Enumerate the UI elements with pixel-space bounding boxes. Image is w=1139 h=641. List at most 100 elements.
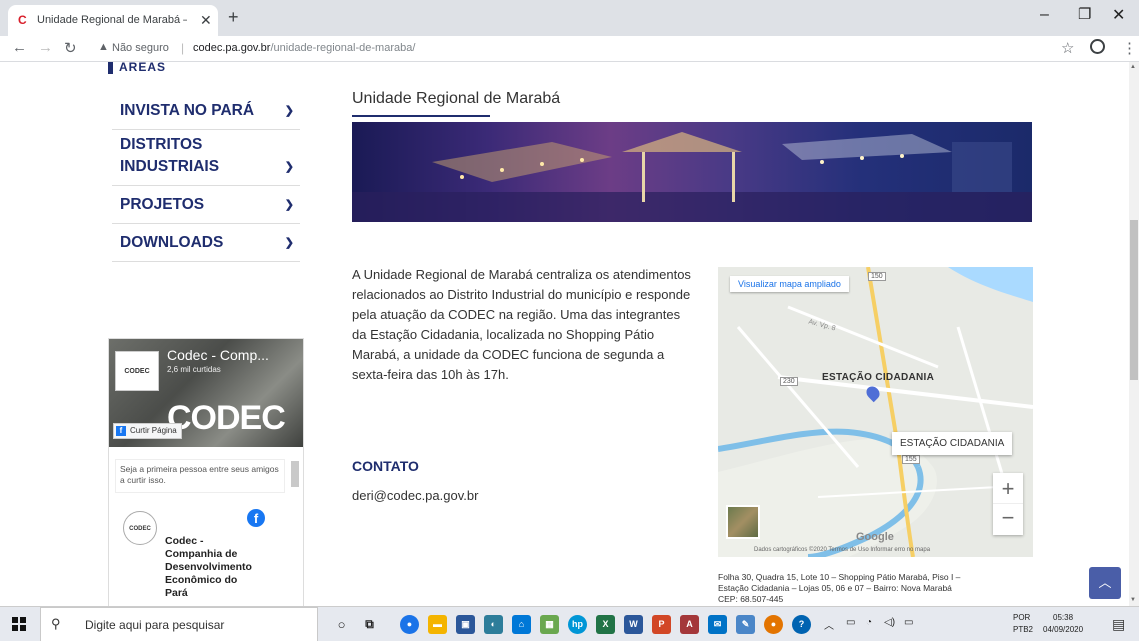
road-230-label: 230 bbox=[780, 377, 798, 386]
excel-icon[interactable]: X bbox=[596, 615, 615, 634]
facebook-cover-image[interactable]: CODEC Codec - Comp... 2,6 mil curtidas C… bbox=[109, 339, 303, 447]
date: 04/09/2020 bbox=[1043, 625, 1084, 634]
clock[interactable]: 05:38 04/09/2020 bbox=[1043, 612, 1083, 636]
outlook-icon[interactable]: ✉ bbox=[708, 615, 727, 634]
security-label: Não seguro bbox=[112, 42, 169, 54]
tray-chevron-icon[interactable]: ︿ bbox=[824, 617, 834, 632]
file-explorer-icon[interactable]: ▬ bbox=[428, 615, 447, 634]
intro-paragraph: A Unidade Regional de Marabá centraliza … bbox=[352, 267, 691, 382]
keyboard-icon[interactable]: ▭ bbox=[904, 617, 913, 628]
map-zoom-control: + − bbox=[993, 473, 1023, 535]
address-line: Folha 30, Quadra 15, Lote 10 – Shopping … bbox=[718, 572, 961, 582]
screen: C Unidade Regional de Marabá – C ✕ + – ❐… bbox=[0, 0, 1139, 641]
profile-icon[interactable] bbox=[1090, 39, 1105, 54]
access-icon[interactable]: A bbox=[680, 615, 699, 634]
windows-start-icon[interactable] bbox=[12, 617, 26, 631]
map-footer[interactable]: Dados cartográficos ©2020 Termos de Uso … bbox=[754, 547, 930, 553]
codec-logo[interactable]: CODEC bbox=[115, 351, 159, 391]
maximize-icon[interactable]: ❐ bbox=[1078, 5, 1091, 23]
chrome-icon[interactable]: ● bbox=[400, 615, 419, 634]
satellite-toggle[interactable] bbox=[726, 505, 760, 539]
sidebar-item-distritos[interactable]: DISTRITOS INDUSTRIAIS ❯ bbox=[112, 130, 300, 186]
url-field[interactable]: ▲ Não seguro | codec.pa.gov.br/unidade-r… bbox=[92, 38, 1052, 60]
map-tooltip[interactable]: ESTAÇÃO CIDADANIA bbox=[892, 432, 1013, 455]
volume-icon[interactable]: ◁) bbox=[884, 617, 895, 628]
codec-card-logo[interactable]: CODEC bbox=[123, 511, 157, 545]
web-page: ÁREAS INVISTA NO PARÁ ❯ DISTRITOS INDUST… bbox=[0, 62, 1129, 606]
warning-icon: ▲ bbox=[98, 41, 109, 53]
taskbar-search-box[interactable]: ⚲ Digite aqui para pesquisar bbox=[40, 607, 318, 641]
reload-icon[interactable]: ↻ bbox=[64, 39, 77, 57]
facebook-page-name[interactable]: Codec - Comp... bbox=[167, 347, 269, 363]
facebook-icon[interactable]: f bbox=[247, 509, 265, 527]
window-close-icon[interactable]: ✕ bbox=[1112, 5, 1125, 25]
sidebar-item-label: DOWNLOADS bbox=[120, 234, 224, 251]
org-name-line: Codec - bbox=[165, 535, 204, 547]
app-icon[interactable]: ● bbox=[764, 615, 783, 634]
minimize-icon[interactable]: – bbox=[1040, 6, 1049, 24]
forward-arrow-icon[interactable]: → bbox=[38, 39, 53, 56]
page-scrollbar-thumb[interactable] bbox=[1130, 220, 1138, 380]
facebook-org-name[interactable]: Codec - Companhia de Desenvolvimento Eco… bbox=[165, 535, 285, 600]
store-icon[interactable]: ▣ bbox=[456, 615, 475, 634]
language-code: POR bbox=[1013, 613, 1031, 622]
view-larger-map-link[interactable]: Visualizar mapa ampliado bbox=[730, 276, 849, 292]
widget-scrollbar[interactable] bbox=[291, 461, 299, 487]
chevron-down-icon: ❯ bbox=[284, 199, 294, 211]
title-underline bbox=[352, 115, 490, 117]
powerpoint-icon[interactable]: P bbox=[652, 615, 671, 634]
page-title: Unidade Regional de Marabá bbox=[352, 90, 561, 107]
back-to-top-button[interactable]: ︿ bbox=[1089, 567, 1121, 599]
facebook-page-widget: CODEC Codec - Comp... 2,6 mil curtidas C… bbox=[108, 338, 304, 606]
chevron-up-icon: ︿ bbox=[1098, 575, 1112, 590]
search-icon: ⚲ bbox=[51, 616, 61, 631]
kebab-menu-icon[interactable]: ⋮ bbox=[1122, 39, 1137, 57]
wifi-icon[interactable]: ◔ bbox=[866, 617, 872, 628]
areas-heading: ÁREAS bbox=[108, 62, 166, 74]
address-block: Folha 30, Quadra 15, Lote 10 – Shopping … bbox=[718, 572, 1038, 605]
cortana-icon[interactable]: ○ bbox=[332, 615, 351, 634]
battery-icon[interactable]: ▭ bbox=[846, 617, 855, 628]
sidebar-item-invista[interactable]: INVISTA NO PARÁ ❯ bbox=[112, 90, 300, 130]
bookmark-star-icon[interactable]: ☆ bbox=[1061, 39, 1074, 57]
contato-heading: CONTATO bbox=[352, 458, 419, 474]
scroll-up-icon[interactable]: ▲ bbox=[1130, 64, 1136, 70]
banner-image bbox=[352, 122, 1032, 222]
road-155-label: 155 bbox=[902, 455, 920, 464]
time: 05:38 bbox=[1053, 613, 1074, 622]
zoom-out-button[interactable]: − bbox=[993, 504, 1023, 535]
scroll-down-icon[interactable]: ▼ bbox=[1130, 597, 1136, 603]
tab-title: Unidade Regional de Marabá – C bbox=[37, 14, 187, 26]
zoom-in-button[interactable]: + bbox=[993, 473, 1023, 504]
sidebar-item-label: PROJETOS bbox=[120, 196, 205, 213]
word-icon[interactable]: W bbox=[624, 615, 643, 634]
keyboard-layout: PTB2 bbox=[1013, 625, 1034, 634]
new-tab-button[interactable]: + bbox=[228, 7, 239, 28]
paint-icon[interactable]: ✎ bbox=[736, 615, 755, 634]
search-placeholder: Digite aqui para pesquisar bbox=[85, 618, 225, 632]
sidebar-item-downloads[interactable]: DOWNLOADS ❯ bbox=[112, 224, 300, 262]
photos-icon[interactable]: ▦ bbox=[540, 615, 559, 634]
facebook-note: Seja a primeira pessoa entre seus amigos… bbox=[115, 459, 285, 493]
facebook-icon: f bbox=[116, 426, 126, 436]
embedded-map[interactable]: Visualizar mapa ampliado 150 230 155 Av.… bbox=[718, 267, 1033, 557]
tab-close-icon[interactable]: ✕ bbox=[200, 12, 212, 29]
help-icon[interactable]: ? bbox=[792, 615, 811, 634]
back-arrow-icon[interactable]: ← bbox=[12, 39, 27, 56]
chevron-down-icon: ❯ bbox=[284, 105, 294, 117]
sidebar-item-projetos[interactable]: PROJETOS ❯ bbox=[112, 186, 300, 224]
hp-icon[interactable]: hp bbox=[568, 615, 587, 634]
notifications-icon[interactable]: ▤ bbox=[1112, 616, 1125, 633]
browser-tab[interactable]: C Unidade Regional de Marabá – C ✕ bbox=[8, 5, 218, 36]
language-indicator[interactable]: POR PTB2 bbox=[1013, 612, 1033, 636]
task-view-icon[interactable]: ⧉ bbox=[360, 615, 379, 634]
app-icon[interactable]: ◐ bbox=[484, 615, 503, 634]
like-page-label: Curtir Página bbox=[130, 426, 177, 435]
map-place-label[interactable]: ESTAÇÃO CIDADANIA bbox=[822, 372, 934, 383]
contact-email[interactable]: deri@codec.pa.gov.br bbox=[352, 488, 478, 503]
divider: | bbox=[181, 41, 185, 55]
url-text: codec.pa.gov.br/unidade-regional-de-mara… bbox=[193, 42, 415, 54]
address-line: Estação Cidadania – Lojas 05, 06 e 07 – … bbox=[718, 583, 952, 593]
like-page-button[interactable]: f Curtir Página bbox=[113, 423, 182, 439]
home-icon[interactable]: ⌂ bbox=[512, 615, 531, 634]
